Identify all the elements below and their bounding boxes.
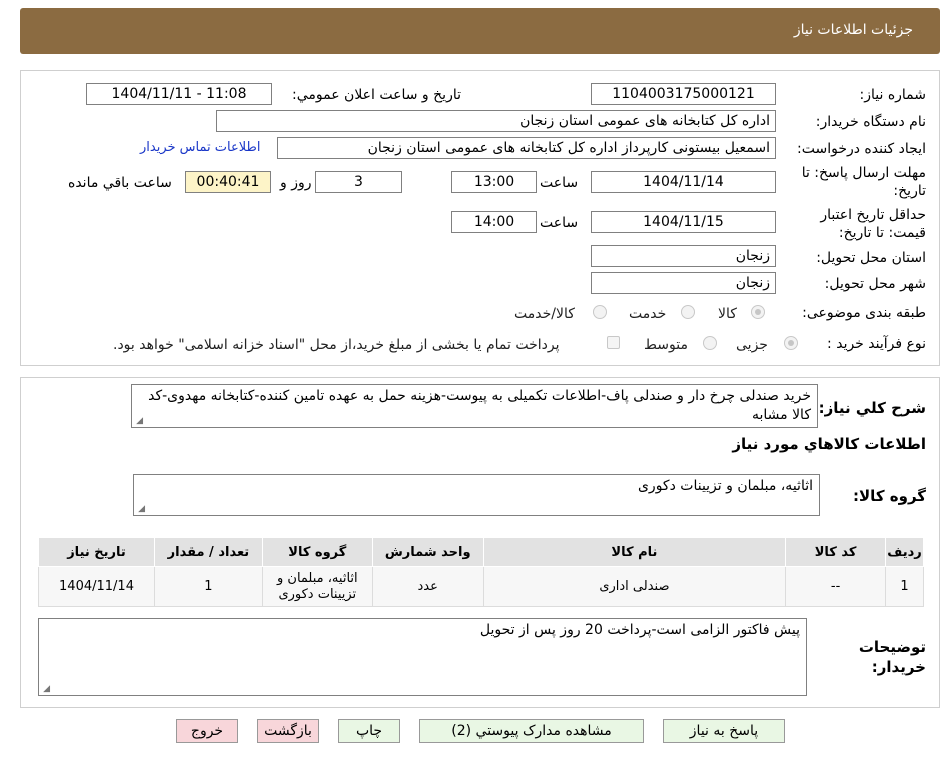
goods-group-label: گروه کالا: [853, 487, 926, 505]
back-button[interactable]: بازگشت [257, 719, 319, 743]
buyer-field: اداره کل کتابخانه های عمومی استان زنجان [216, 110, 776, 132]
goods-group-text: اثاثیه، مبلمان و تزیینات دکوری [637, 478, 813, 494]
view-attachments-button[interactable]: مشاهده مدارک پيوستي (2) [419, 719, 644, 743]
col-unit-header: واحد شمارش [371, 537, 484, 567]
buyer-contact-link[interactable]: اطلاعات تماس خريدار [140, 140, 260, 155]
category-label: طبقه بندی موضوعی: [802, 305, 926, 321]
city-field: زنجان [591, 272, 776, 294]
resize-grip-icon[interactable]: ◢ [137, 505, 145, 514]
table-header-row: رديف کد کالا نام کالا واحد شمارش گروه کا… [38, 537, 924, 567]
buyer-notes-text: پیش فاکتور الزامی است-پرداخت 20 روز پس ا… [479, 622, 800, 638]
cell-qty: 1 [154, 566, 263, 607]
col-code-header: کد کالا [785, 537, 887, 567]
col-name-header: نام کالا [482, 537, 787, 567]
treasury-checkbox[interactable] [607, 336, 620, 349]
process-label: نوع فرآیند خرید : [827, 336, 926, 352]
category-option-goods: کالا [718, 306, 737, 322]
deadline-time-label: ساعت [540, 175, 579, 191]
process-radio-medium[interactable] [703, 336, 717, 350]
validity-time-label: ساعت [540, 215, 579, 231]
deadline-time-field: 13:00 [451, 171, 537, 193]
table-row: 1 -- صندلی اداری عدد اثاثیه، مبلمان و تز… [38, 566, 924, 607]
cell-group: اثاثیه، مبلمان و تزیینات دکوری [261, 566, 373, 607]
respond-button[interactable]: پاسخ به نياز [663, 719, 785, 743]
need-number-label: شماره نیاز: [859, 87, 927, 103]
cell-unit: عدد [371, 566, 484, 607]
process-option-minor: جزیی [736, 337, 768, 353]
need-number-field: 1104003175000121 [591, 83, 776, 105]
col-date-header: تاريخ نياز [38, 537, 155, 567]
resize-grip-icon[interactable]: ◢ [135, 417, 143, 426]
cell-code: -- [785, 566, 887, 607]
cell-name: صندلی اداری [482, 566, 787, 607]
province-field: زنجان [591, 245, 776, 267]
announce-field: 1404/11/11 - 11:08 [86, 83, 272, 105]
deadline-days-field: 3 [315, 171, 402, 193]
goods-group-textarea[interactable]: اثاثیه، مبلمان و تزیینات دکوری ◢ [133, 474, 820, 516]
buyer-label: نام دستگاه خريدار: [815, 114, 926, 130]
category-option-service: خدمت [629, 306, 667, 322]
buyer-notes-label-text: توضيحات خريدار: [858, 638, 926, 676]
summary-textarea[interactable]: خرید صندلی چرخ دار و صندلی پاف-اطلاعات ت… [131, 384, 818, 428]
cell-date: 1404/11/14 [38, 566, 155, 607]
deadline-label-text: مهلت ارسال پاسخ: تا تاریخ: [801, 165, 926, 199]
exit-button[interactable]: خروج [176, 719, 238, 743]
category-radio-service[interactable] [681, 305, 695, 319]
col-qty-header: تعداد / مقدار [154, 537, 263, 567]
items-table: رديف کد کالا نام کالا واحد شمارش گروه کا… [38, 537, 924, 607]
deadline-date-field: 1404/11/14 [591, 171, 776, 193]
treasury-note: پرداخت تمام یا بخشی از مبلغ خرید،از محل … [113, 337, 560, 353]
page-title: جزئیات اطلاعات نیاز [793, 22, 913, 38]
page-header: جزئیات اطلاعات نیاز [20, 8, 940, 54]
resize-grip-icon[interactable]: ◢ [42, 685, 50, 694]
summary-label: شرح کلي نياز: [818, 399, 926, 417]
remaining-time-field: 00:40:41 [185, 171, 271, 193]
announce-label: تاریخ و ساعت اعلان عمومي: [292, 87, 461, 103]
deadline-label: مهلت ارسال پاسخ: تا تاریخ: [796, 164, 926, 200]
col-group-header: گروه کالا [261, 537, 373, 567]
city-label: شهر محل تحويل: [824, 276, 926, 292]
requester-field: اسمعیل بیستونی کارپرداز اداره کل کتابخان… [277, 137, 776, 159]
category-radio-goods-service[interactable] [593, 305, 607, 319]
remaining-time-label: ساعت باقي مانده [68, 175, 172, 191]
cell-row: 1 [885, 566, 924, 607]
process-option-medium: متوسط [644, 337, 688, 353]
summary-text: خرید صندلی چرخ دار و صندلی پاف-اطلاعات ت… [148, 388, 811, 423]
province-label: استان محل تحويل: [816, 250, 926, 266]
print-button[interactable]: چاپ [338, 719, 400, 743]
requester-label: ايجاد کننده درخواست: [797, 141, 926, 157]
category-option-goods-service: کالا/خدمت [514, 306, 575, 322]
goods-info-heading: اطلاعات کالاهاي مورد نياز [732, 435, 926, 453]
validity-date-field: 1404/11/15 [591, 211, 776, 233]
deadline-days-label: روز و [280, 175, 312, 191]
col-row-header: رديف [885, 537, 924, 567]
validity-label-text: حداقل تاريخ اعتبار قيمت: تا تاريخ: [820, 207, 926, 241]
validity-time-field: 14:00 [451, 211, 537, 233]
validity-label: حداقل تاريخ اعتبار قيمت: تا تاريخ: [801, 206, 926, 242]
process-radio-minor[interactable] [784, 336, 798, 350]
buyer-notes-textarea[interactable]: پیش فاکتور الزامی است-پرداخت 20 روز پس ا… [38, 618, 807, 696]
category-radio-goods[interactable] [751, 305, 765, 319]
buyer-notes-label: توضيحات خريدار: [856, 637, 926, 677]
